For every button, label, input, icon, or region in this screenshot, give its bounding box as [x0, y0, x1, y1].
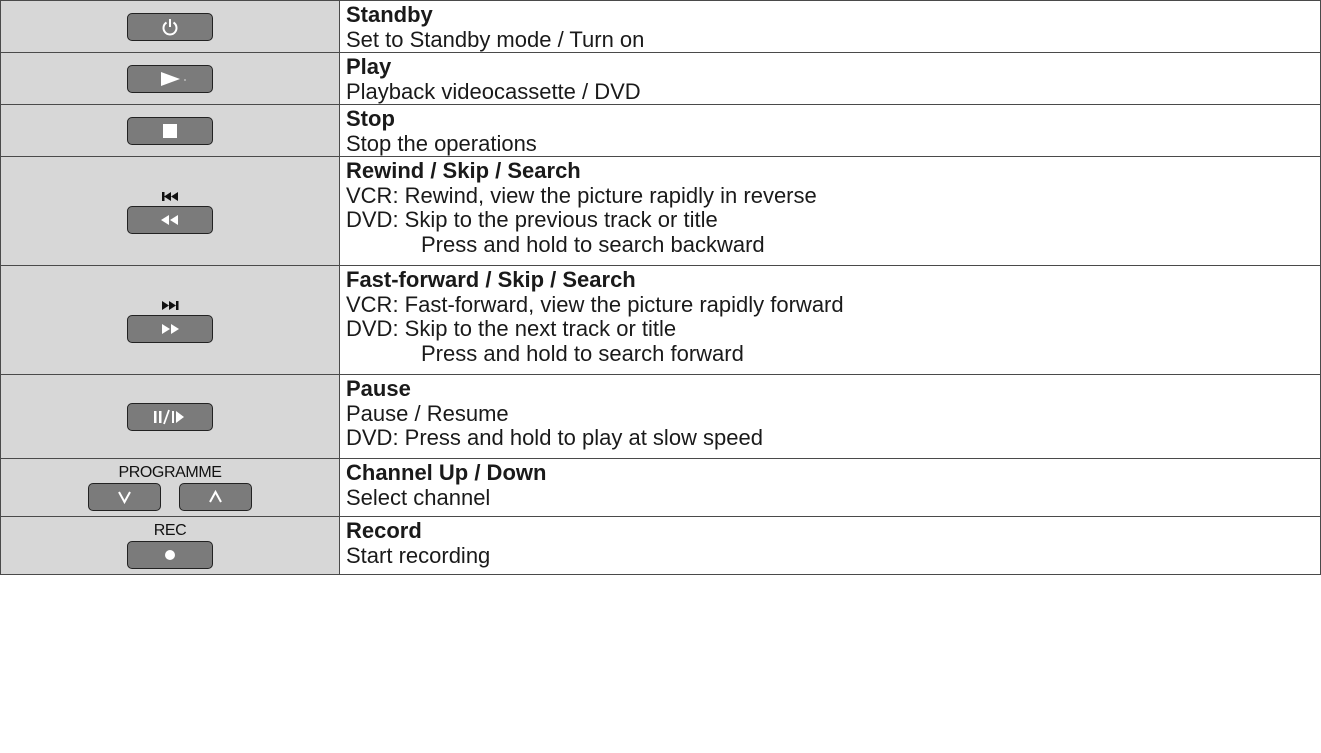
row-text: DVD: Skip to the previous track or title [346, 207, 718, 232]
row-text: DVD: Press and hold to play at slow spee… [346, 425, 764, 450]
description-cell: Channel Up / Down Select channel [339, 458, 1321, 517]
play-icon [161, 71, 186, 86]
table-row: REC Record Start recording [0, 516, 1321, 575]
programme-label: PROGRAMME [118, 464, 222, 481]
row-text: Start recording [346, 542, 491, 568]
skip-next-icon [162, 301, 179, 310]
table-row: Standby Set to Standby mode / Turn on [0, 0, 1321, 53]
chevron-down-icon [117, 491, 131, 505]
stop-icon [163, 123, 177, 138]
row-title: Pause [346, 376, 411, 401]
key-cell [0, 265, 340, 375]
programme-keys [87, 483, 253, 511]
fast-forward-icon [162, 324, 179, 334]
play-key[interactable] [127, 64, 213, 93]
rewind-icon [161, 215, 178, 225]
channel-down-key[interactable] [87, 483, 161, 511]
row-text: Pause / Resume [346, 400, 509, 426]
chevron-up-icon [209, 489, 223, 503]
stop-key[interactable] [127, 116, 213, 145]
record-key[interactable] [127, 541, 213, 569]
row-text: Select channel [346, 484, 491, 510]
rec-label: REC [153, 522, 187, 539]
description-cell: Record Start recording [339, 516, 1321, 575]
row-text: DVD: Skip to the next track or title [346, 316, 677, 341]
table-row: Fast-forward / Skip / Search VCR: Fast-f… [0, 265, 1321, 375]
pause-key[interactable] [127, 402, 213, 431]
key-cell: REC [0, 516, 340, 575]
description-cell: Standby Set to Standby mode / Turn on [339, 0, 1321, 53]
table-row: Stop Stop the operations [0, 104, 1321, 157]
table-row: Play Playback videocassette / DVD [0, 52, 1321, 105]
row-text: Stop the operations [346, 130, 537, 156]
pause-slow-icon [154, 409, 184, 424]
record-icon [165, 550, 175, 560]
row-title: Record [346, 518, 422, 543]
row-title: Rewind / Skip / Search [346, 158, 581, 183]
description-cell: Rewind / Skip / Search VCR: Rewind, view… [339, 156, 1321, 266]
row-title: Fast-forward / Skip / Search [346, 267, 636, 292]
row-title: Stop [346, 106, 395, 131]
row-text: Set to Standby mode / Turn on [346, 26, 645, 52]
power-icon [162, 18, 178, 35]
table-row: PROGRAMME Channel Up / Down Select chann… [0, 458, 1321, 517]
standby-key[interactable] [127, 12, 213, 41]
row-title: Play [346, 54, 392, 79]
button-reference-table: Standby Set to Standby mode / Turn on Pl… [0, 0, 1321, 575]
description-cell: Fast-forward / Skip / Search VCR: Fast-f… [339, 265, 1321, 375]
key-cell [0, 52, 340, 105]
table-row: Rewind / Skip / Search VCR: Rewind, view… [0, 156, 1321, 266]
row-text: Playback videocassette / DVD [346, 78, 641, 104]
key-cell: PROGRAMME [0, 458, 340, 517]
row-text: VCR: Fast-forward, view the picture rapi… [346, 291, 844, 317]
row-text: Press and hold to search forward [421, 340, 744, 366]
row-text: Press and hold to search backward [421, 231, 765, 257]
rewind-key[interactable] [127, 206, 213, 234]
key-cell [0, 374, 340, 459]
skip-previous-icon [162, 192, 178, 201]
table-row: Pause Pause / Resume DVD: Press and hold… [0, 374, 1321, 459]
key-cell [0, 104, 340, 157]
row-title: Standby [346, 2, 433, 27]
key-cell [0, 156, 340, 266]
description-cell: Play Playback videocassette / DVD [339, 52, 1321, 105]
fast-forward-key[interactable] [127, 315, 213, 343]
channel-up-key[interactable] [179, 483, 253, 511]
description-cell: Stop Stop the operations [339, 104, 1321, 157]
key-cell [0, 0, 340, 53]
row-text: VCR: Rewind, view the picture rapidly in… [346, 182, 817, 208]
row-title: Channel Up / Down [346, 460, 547, 485]
description-cell: Pause Pause / Resume DVD: Press and hold… [339, 374, 1321, 459]
